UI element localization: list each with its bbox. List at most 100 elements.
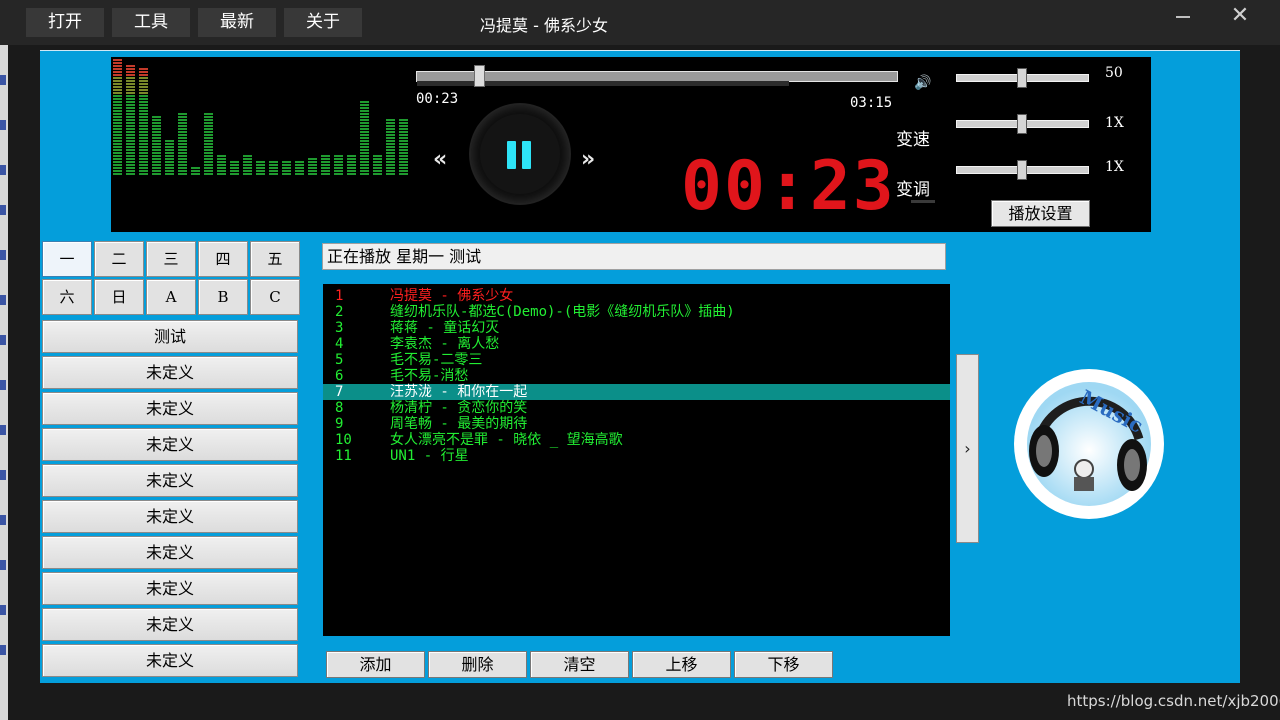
spectrum-bar-segment <box>204 116 213 118</box>
day-button-mon[interactable]: 一 <box>42 241 92 277</box>
spectrum-bar-segment <box>360 116 369 118</box>
song-number: 1 <box>335 288 344 304</box>
spectrum-bar-segment <box>113 140 122 142</box>
menu-latest-button[interactable]: 最新 <box>198 8 276 37</box>
song-row[interactable]: 4 李袁杰 - 离人愁 <box>323 336 950 352</box>
song-number: 8 <box>335 400 344 416</box>
song-row[interactable]: 5 毛不易-二零三 <box>323 352 950 368</box>
expand-panel-button[interactable]: › <box>956 354 979 543</box>
day-button-sat[interactable]: 六 <box>42 279 92 315</box>
spectrum-bar-segment <box>269 170 278 172</box>
spectrum-bar-segment <box>178 152 187 154</box>
spectrum-bar-segment <box>126 107 135 109</box>
spectrum-bar-segment <box>295 167 304 169</box>
clear-button[interactable]: 清空 <box>530 651 629 678</box>
pause-button[interactable] <box>471 105 569 203</box>
playlist-button[interactable]: 未定义 <box>42 500 298 533</box>
spectrum-bar-segment <box>139 131 148 133</box>
song-row[interactable]: 6 毛不易-消愁 <box>323 368 950 384</box>
playlist-button[interactable]: 未定义 <box>42 356 298 389</box>
spectrum-bar-segment <box>360 134 369 136</box>
day-button-wed[interactable]: 三 <box>146 241 196 277</box>
spectrum-bar-segment <box>139 170 148 172</box>
spectrum-bar-segment <box>386 140 395 142</box>
pitch-slider-handle[interactable] <box>1017 160 1027 180</box>
day-button-c[interactable]: C <box>250 279 300 315</box>
spectrum-bar-segment <box>126 104 135 106</box>
speaker-icon[interactable]: 🔊 <box>914 75 931 91</box>
next-icon[interactable]: » <box>581 147 595 172</box>
day-button-a[interactable]: A <box>146 279 196 315</box>
spectrum-bar-segment <box>139 146 148 148</box>
delete-button[interactable]: 删除 <box>428 651 527 678</box>
spectrum-bar-segment <box>113 143 122 145</box>
spectrum-bar-segment <box>152 161 161 163</box>
spectrum-bar-segment <box>360 146 369 148</box>
song-row[interactable]: 11 UN1 - 行星 <box>323 448 950 464</box>
previous-icon[interactable]: « <box>433 147 447 172</box>
song-list[interactable]: 1 冯提莫 - 佛系少女 2 缝纫机乐队-都选C(Demo)-(电影《缝纫机乐队》插曲… <box>323 284 950 636</box>
move-down-button[interactable]: 下移 <box>734 651 833 678</box>
spectrum-bar-segment <box>113 125 122 127</box>
add-button[interactable]: 添加 <box>326 651 425 678</box>
song-row[interactable]: 9 周笔畅 - 最美的期待 <box>323 416 950 432</box>
spectrum-visualizer <box>113 59 408 175</box>
spectrum-bar-segment <box>399 146 408 148</box>
spectrum-bar-segment <box>386 164 395 166</box>
menu-open-button[interactable]: 打开 <box>26 8 104 37</box>
seek-buffer <box>417 81 789 86</box>
spectrum-bar-segment <box>399 131 408 133</box>
day-button-b[interactable]: B <box>198 279 248 315</box>
playlist-button[interactable]: 未定义 <box>42 536 298 569</box>
playlist-button[interactable]: 未定义 <box>42 392 298 425</box>
spectrum-bar-segment <box>360 143 369 145</box>
day-button-tue[interactable]: 二 <box>94 241 144 277</box>
song-row[interactable]: 3 蒋蒋 - 童话幻灭 <box>323 320 950 336</box>
spectrum-bar-segment <box>386 170 395 172</box>
spectrum-bar-segment <box>152 164 161 166</box>
spectrum-bar-segment <box>113 62 122 64</box>
playlist-button[interactable]: 未定义 <box>42 608 298 641</box>
spectrum-bar-segment <box>399 173 408 175</box>
spectrum-bar-segment <box>360 107 369 109</box>
spectrum-bar-segment <box>360 170 369 172</box>
spectrum-bar-segment <box>360 149 369 151</box>
menu-about-button[interactable]: 关于 <box>284 8 362 37</box>
spectrum-bar-segment <box>178 155 187 157</box>
playlist-button[interactable]: 测试 <box>42 320 298 353</box>
move-up-button[interactable]: 上移 <box>632 651 731 678</box>
day-button-sun[interactable]: 日 <box>94 279 144 315</box>
spectrum-bar-segment <box>165 173 174 175</box>
spectrum-bar-segment <box>373 158 382 160</box>
spectrum-bar-segment <box>113 170 122 172</box>
song-row[interactable]: 7 汪苏泷 - 和你在一起 <box>323 384 950 400</box>
minimize-icon[interactable] <box>1176 16 1190 18</box>
playlist-button[interactable]: 未定义 <box>42 572 298 605</box>
song-row[interactable]: 10 女人漂亮不是罪 - 晓依 _ 望海高歌 <box>323 432 950 448</box>
playlist-button[interactable]: 未定义 <box>42 428 298 461</box>
spectrum-bar-segment <box>126 86 135 88</box>
pitch-label: 变调 <box>896 180 930 200</box>
spectrum-bar-segment <box>360 167 369 169</box>
speed-slider-handle[interactable] <box>1017 114 1027 134</box>
spectrum-bar-segment <box>139 149 148 151</box>
spectrum-bar-segment <box>373 161 382 163</box>
song-row[interactable]: 8 杨清柠 - 贪恋你的笑 <box>323 400 950 416</box>
menu-tools-button[interactable]: 工具 <box>112 8 190 37</box>
volume-slider-handle[interactable] <box>1017 68 1027 88</box>
seek-handle[interactable] <box>474 65 485 87</box>
spectrum-bar-segment <box>152 137 161 139</box>
day-button-thu[interactable]: 四 <box>198 241 248 277</box>
playlist-button[interactable]: 未定义 <box>42 644 298 677</box>
spectrum-bar-segment <box>373 155 382 157</box>
spectrum-bar-segment <box>386 152 395 154</box>
close-icon[interactable]: ✕ <box>1228 4 1252 28</box>
playlist-button[interactable]: 未定义 <box>42 464 298 497</box>
song-row[interactable]: 2 缝纫机乐队-都选C(Demo)-(电影《缝纫机乐队》插曲) <box>323 304 950 320</box>
play-settings-button[interactable]: 播放设置 <box>991 200 1090 227</box>
spectrum-bar-segment <box>113 146 122 148</box>
spectrum-bar-segment <box>204 167 213 169</box>
spectrum-bar-segment <box>399 152 408 154</box>
song-row[interactable]: 1 冯提莫 - 佛系少女 <box>323 288 950 304</box>
day-button-fri[interactable]: 五 <box>250 241 300 277</box>
